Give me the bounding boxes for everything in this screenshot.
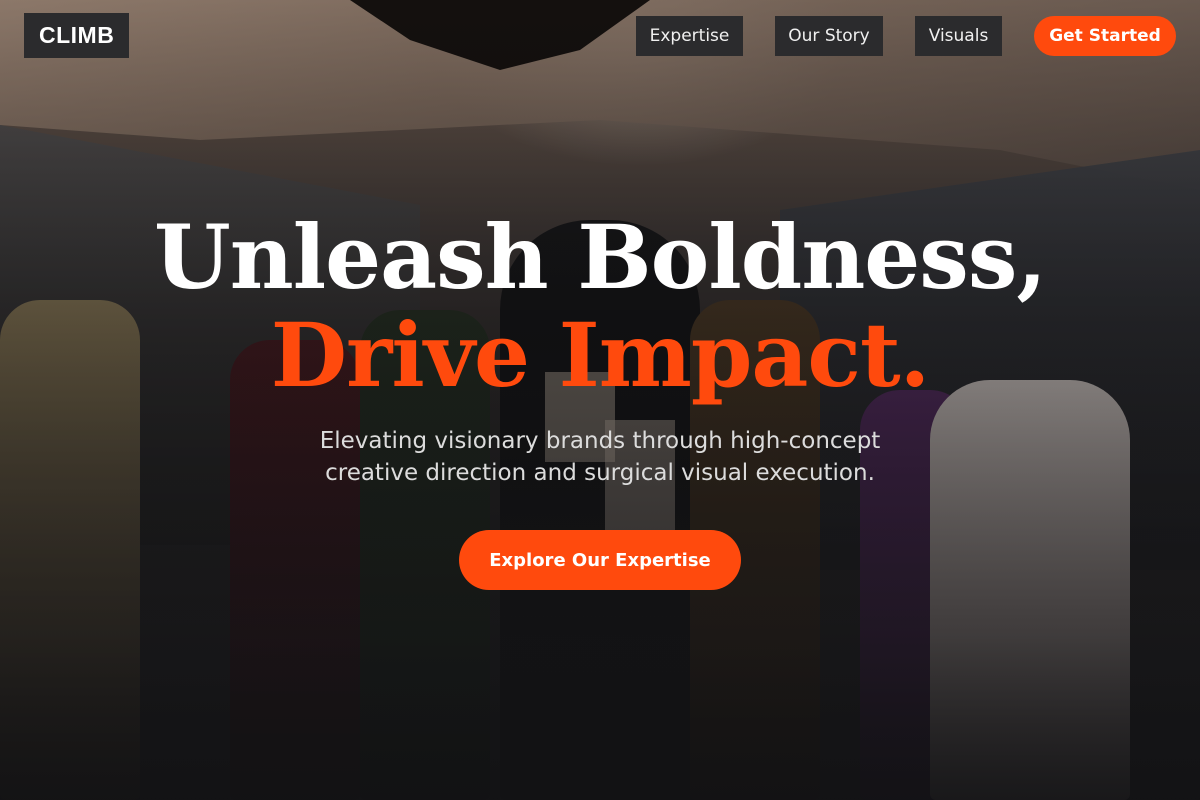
- nav-link-our-story[interactable]: Our Story: [775, 16, 883, 56]
- nav-link-expertise[interactable]: Expertise: [636, 16, 743, 56]
- hero-headline: Unleash Boldness, Drive Impact.: [0, 208, 1200, 404]
- headline-line-1: Unleash Boldness,: [153, 205, 1047, 309]
- nav-link-visuals[interactable]: Visuals: [915, 16, 1002, 56]
- brand-logo[interactable]: CLIMB: [24, 13, 130, 58]
- explore-expertise-button[interactable]: Explore Our Expertise: [459, 530, 741, 590]
- get-started-button[interactable]: Get Started: [1034, 16, 1176, 56]
- hero-subheading: Elevating visionary brands through high-…: [319, 428, 881, 486]
- headline-line-2: Drive Impact.: [270, 303, 931, 407]
